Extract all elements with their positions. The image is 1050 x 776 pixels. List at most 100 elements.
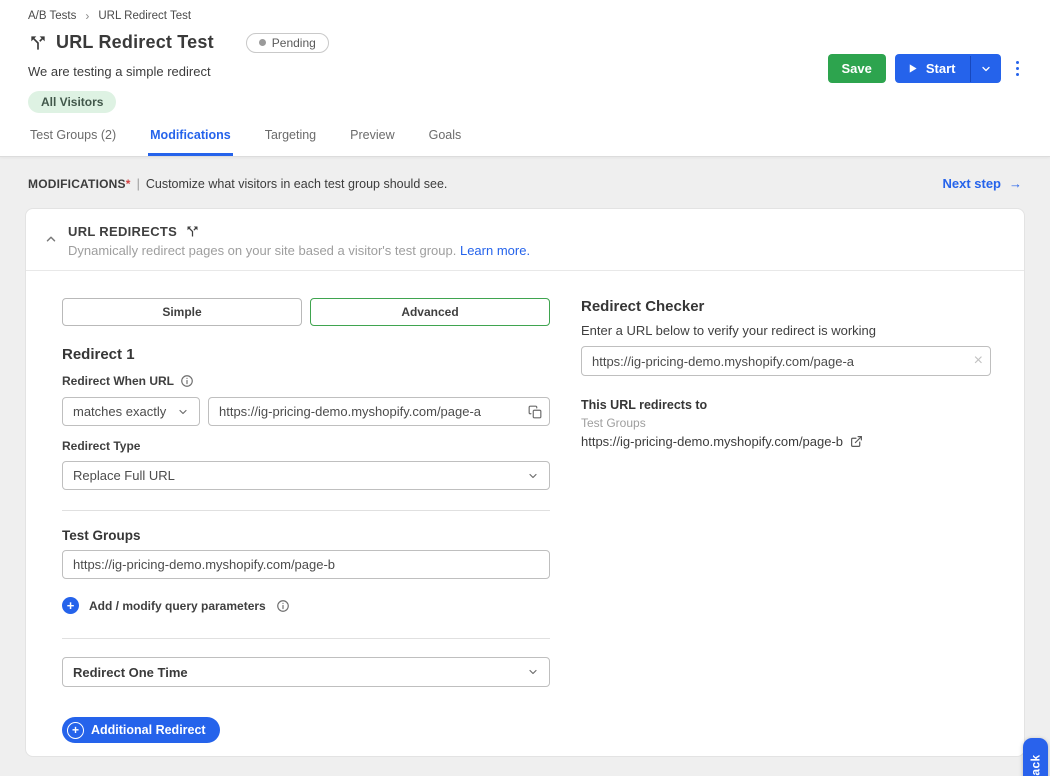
panel-title-row: URL REDIRECTS [68, 224, 530, 239]
page-header: A/B Tests › URL Redirect Test URL Redire… [0, 0, 1050, 157]
learn-more-link[interactable]: Learn more. [460, 243, 530, 258]
url-redirects-panel: URL REDIRECTS Dynamically redirect pages… [25, 208, 1025, 757]
target-url-field [62, 550, 550, 579]
redirect-type-value: Replace Full URL [73, 468, 175, 483]
advanced-mode-button[interactable]: Advanced [310, 298, 550, 326]
start-button-label: Start [926, 61, 956, 76]
redirect-when-label: Redirect When URL [62, 374, 174, 388]
kebab-dot-icon [1016, 67, 1020, 71]
plus-circle-outline-icon: + [67, 722, 84, 739]
breadcrumb: A/B Tests › URL Redirect Test [28, 9, 1022, 23]
panel-description: Dynamically redirect pages on your site … [68, 243, 456, 258]
checker-result-label: This URL redirects to [581, 398, 991, 412]
redirect-when-label-row: Redirect When URL [62, 374, 550, 388]
simple-mode-button[interactable]: Simple [62, 298, 302, 326]
audience-badge: All Visitors [28, 91, 116, 113]
checker-url-input[interactable] [581, 346, 991, 376]
panel-title: URL REDIRECTS [68, 224, 177, 239]
status-badge-label: Pending [272, 36, 316, 50]
collapse-panel-button[interactable] [40, 224, 68, 249]
tab-preview[interactable]: Preview [348, 128, 396, 156]
redirect-type-label: Redirect Type [62, 439, 550, 453]
kebab-dot-icon [1016, 73, 1020, 77]
divider [62, 638, 550, 639]
title-row: URL Redirect Test Pending [28, 32, 1022, 53]
breadcrumb-current: URL Redirect Test [98, 10, 191, 22]
split-redirect-icon [28, 33, 48, 53]
add-query-params-label: Add / modify query parameters [89, 599, 266, 613]
kebab-dot-icon [1016, 61, 1020, 65]
required-mark: * [126, 177, 131, 191]
breadcrumb-separator-icon: › [85, 9, 89, 23]
external-link-icon [850, 435, 863, 448]
chevron-down-icon [527, 666, 539, 678]
feedback-tab-label: feedback [1029, 754, 1043, 776]
feedback-tab[interactable]: feedback [1023, 738, 1048, 776]
open-url-button[interactable] [850, 435, 863, 448]
redirect-type-select[interactable]: Replace Full URL [62, 461, 550, 490]
next-step-button[interactable]: Next step → [942, 176, 1022, 191]
modifications-bar-title: MODIFICATIONS [28, 177, 126, 191]
checker-result-url: https://ig-pricing-demo.myshopify.com/pa… [581, 434, 843, 449]
breadcrumb-ab-tests[interactable]: A/B Tests [28, 10, 76, 22]
status-badge: Pending [246, 33, 329, 53]
source-url-field [208, 397, 550, 426]
redirect-editor-column: Simple Advanced Redirect 1 Redirect When… [62, 298, 550, 743]
start-split-button: Start [895, 54, 1001, 83]
clear-input-button[interactable]: × [974, 353, 983, 369]
redirect-frequency-select[interactable]: Redirect One Time [62, 657, 550, 687]
info-icon[interactable] [276, 599, 290, 613]
additional-redirect-label: Additional Redirect [91, 723, 206, 737]
tab-bar: Test Groups (2) Modifications Targeting … [28, 128, 1022, 156]
save-button[interactable]: Save [828, 54, 886, 83]
target-url-input[interactable] [62, 550, 550, 579]
redirect-when-row: matches exactly [62, 397, 550, 426]
checker-result-url-row: https://ig-pricing-demo.myshopify.com/pa… [581, 434, 991, 449]
additional-redirect-button[interactable]: + Additional Redirect [62, 717, 220, 743]
split-redirect-icon [185, 224, 200, 239]
chevron-down-icon [527, 470, 539, 482]
match-type-value: matches exactly [73, 404, 166, 419]
checker-result-group: Test Groups [581, 416, 991, 430]
play-icon [907, 63, 918, 74]
panel-description-row: Dynamically redirect pages on your site … [68, 243, 530, 258]
arrow-right-icon: → [1009, 176, 1022, 191]
more-options-button[interactable] [1010, 57, 1026, 81]
modifications-bar-text: MODIFICATIONS* | Customize what visitors i… [28, 177, 447, 191]
divider [62, 510, 550, 511]
test-groups-heading: Test Groups [62, 528, 550, 543]
info-icon[interactable] [180, 374, 194, 388]
chevron-down-icon [177, 406, 189, 418]
add-query-params-button[interactable]: + Add / modify query parameters [62, 597, 550, 614]
close-icon: × [974, 353, 983, 369]
panel-body: Simple Advanced Redirect 1 Redirect When… [26, 271, 1024, 743]
chevron-down-icon [980, 63, 992, 75]
redirect-checker-subtitle: Enter a URL below to verify your redirec… [581, 323, 991, 338]
match-type-select[interactable]: matches exactly [62, 397, 200, 426]
mode-toggle: Simple Advanced [62, 298, 550, 326]
plus-circle-icon: + [62, 597, 79, 614]
modifications-bar-subtitle: Customize what visitors in each test gro… [146, 177, 448, 191]
tab-modifications[interactable]: Modifications [148, 128, 233, 156]
copy-url-button[interactable] [528, 405, 542, 419]
pipe-separator: | [137, 177, 140, 191]
chevron-up-icon [44, 232, 58, 246]
modifications-bar: MODIFICATIONS* | Customize what visitors i… [0, 157, 1050, 208]
page-title: URL Redirect Test [56, 32, 214, 53]
page: A/B Tests › URL Redirect Test URL Redire… [0, 0, 1050, 776]
redirect-checker-column: Redirect Checker Enter a URL below to ve… [581, 298, 991, 743]
redirect-frequency-value: Redirect One Time [73, 665, 188, 680]
header-actions: Save Start [828, 54, 1026, 83]
copy-icon [528, 405, 542, 419]
checker-url-field: × [581, 346, 991, 376]
redirect-type-label-text: Redirect Type [62, 439, 140, 453]
start-button[interactable]: Start [895, 54, 970, 83]
panel-header: URL REDIRECTS Dynamically redirect pages… [26, 209, 1024, 271]
redirect-heading: Redirect 1 [62, 346, 550, 363]
tab-targeting[interactable]: Targeting [263, 128, 318, 156]
tab-test-groups[interactable]: Test Groups (2) [28, 128, 118, 156]
start-dropdown-button[interactable] [970, 56, 1001, 82]
next-step-label: Next step [942, 176, 1001, 191]
tab-goals[interactable]: Goals [427, 128, 464, 156]
source-url-input[interactable] [208, 397, 550, 426]
